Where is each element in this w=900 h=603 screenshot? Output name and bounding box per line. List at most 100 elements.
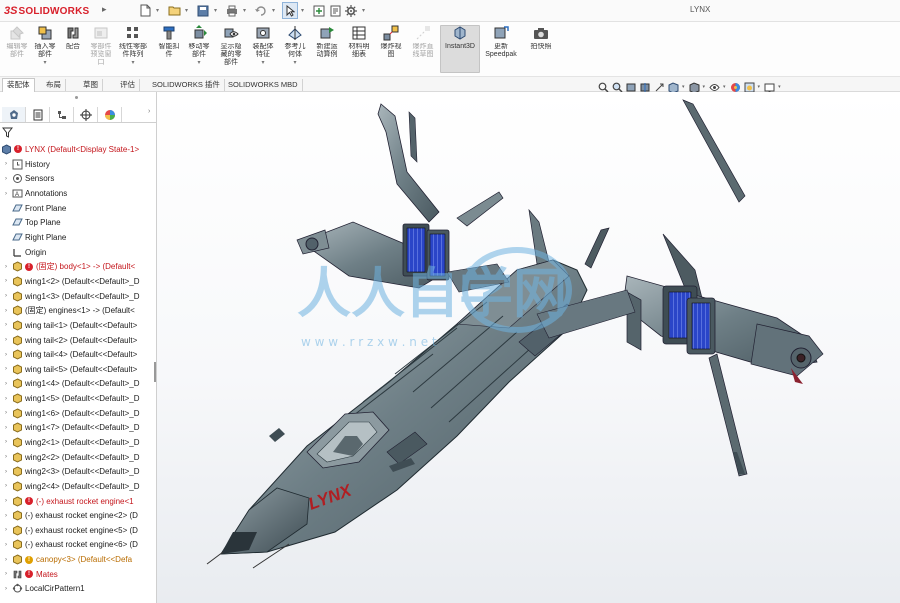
move-component-dropdown-icon[interactable]: ▾ <box>197 59 200 66</box>
smart-fasteners-button[interactable]: 智能扣 件 <box>154 25 184 59</box>
file-properties-icon[interactable] <box>328 3 342 18</box>
tab-evaluate[interactable]: 评估 <box>116 79 140 91</box>
tree-scroll-indicator[interactable] <box>154 362 156 382</box>
expand-toggle-icon[interactable]: › <box>2 483 10 489</box>
display-style-dropdown-icon[interactable]: ▾ <box>703 84 706 90</box>
view-orientation-dropdown-icon[interactable]: ▾ <box>682 84 685 90</box>
tab-assembly[interactable]: 装配体 <box>2 78 35 92</box>
expand-toggle-icon[interactable]: › <box>2 381 10 387</box>
apply-scene-dropdown-icon[interactable]: ▾ <box>758 84 761 90</box>
tree-item[interactable]: › wing1<4> (Default<<Default>_D <box>0 377 157 392</box>
dynamic-annotation-icon[interactable] <box>654 82 665 93</box>
expand-toggle-icon[interactable]: › <box>2 542 10 548</box>
expand-toggle-icon[interactable]: › <box>2 498 10 504</box>
open-dropdown-icon[interactable]: ▾ <box>183 7 190 14</box>
graphics-area[interactable]: LYNX 人人自学网 w w w . r r z x w . n e t <box>157 92 900 603</box>
tree-item[interactable]: ›! (固定) body<1> -> (Default< <box>0 259 157 274</box>
expand-toggle-icon[interactable]: › <box>2 308 10 314</box>
expand-toggle-icon[interactable]: › <box>2 366 10 372</box>
tree-filter[interactable] <box>1 127 14 140</box>
zoom-to-fit-icon[interactable] <box>598 82 609 93</box>
exploded-view-button[interactable]: 爆炸视 图 <box>376 25 406 59</box>
take-snapshot-button[interactable]: 拍快照 <box>526 25 556 51</box>
tree-item[interactable]: › Sensors <box>0 172 157 187</box>
filter-icon[interactable] <box>1 127 14 140</box>
expand-toggle-icon[interactable]: › <box>2 293 10 299</box>
tree-item[interactable]: › A Annotations <box>0 186 157 201</box>
tree-root-assembly[interactable]: ! LYNX (Default<Display State-1> <box>0 141 157 157</box>
expand-toggle-icon[interactable]: › <box>2 337 10 343</box>
section-view-icon[interactable] <box>640 82 651 93</box>
save-icon[interactable] <box>196 3 210 18</box>
tree-item[interactable]: › wing1<6> (Default<<Default>_D <box>0 406 157 421</box>
tree-item[interactable]: › wing2<1> (Default<<Default>_D <box>0 435 157 450</box>
expand-toggle-icon[interactable]: › <box>2 396 10 402</box>
expand-toggle-icon[interactable]: › <box>2 571 10 577</box>
open-folder-icon[interactable] <box>167 3 181 18</box>
explode-line-sketch-button[interactable]: 爆炸直 线草图 <box>408 25 438 59</box>
tree-item[interactable]: › LocalCirPattern1 <box>0 582 157 597</box>
print-dropdown-icon[interactable]: ▾ <box>241 7 248 14</box>
expand-toggle-icon[interactable]: › <box>2 469 10 475</box>
tree-item[interactable]: Origin <box>0 245 157 260</box>
previous-view-icon[interactable] <box>626 82 637 93</box>
bill-of-materials-button[interactable]: 材料明 细表 <box>344 25 374 59</box>
solidworks-logo[interactable]: 3S SOLIDWORKS <box>4 4 89 18</box>
tree-item[interactable]: › wing1<2> (Default<<Default>_D <box>0 274 157 289</box>
tree-item[interactable]: › wing2<4> (Default<<Default>_D <box>0 479 157 494</box>
undo-dropdown-icon[interactable]: ▾ <box>270 7 277 14</box>
tree-item[interactable]: ›! (-) exhaust rocket engine<1 <box>0 494 157 509</box>
tree-item[interactable]: › (固定) engines<1> -> (Default< <box>0 303 157 318</box>
expand-toggle-icon[interactable]: › <box>2 513 10 519</box>
propertymanager-icon[interactable] <box>26 107 50 122</box>
tree-item[interactable]: › wing tail<4> (Default<<Default> <box>0 347 157 362</box>
options-dropdown-icon[interactable]: ▾ <box>360 7 367 14</box>
tree-item[interactable]: › wing2<2> (Default<<Default>_D <box>0 450 157 465</box>
tab-solidworks-mbd[interactable]: SOLIDWORKS MBD <box>224 79 303 91</box>
component-preview-button[interactable]: 零部件 预览窗 口 <box>86 25 116 67</box>
tree-item[interactable]: › wing1<5> (Default<<Default>_D <box>0 391 157 406</box>
expand-toggle-icon[interactable]: › <box>2 425 10 431</box>
new-dropdown-icon[interactable]: ▾ <box>154 7 161 14</box>
undo-icon[interactable] <box>254 3 268 18</box>
instant3d-button[interactable]: Instant3D <box>445 25 475 51</box>
linear-pattern-dropdown-icon[interactable]: ▾ <box>131 59 134 66</box>
expand-toggle-icon[interactable]: › <box>2 527 10 533</box>
tree-item[interactable]: ›! canopy<3> (Default<<Defa <box>0 552 157 567</box>
edit-appearance-icon[interactable] <box>730 82 741 93</box>
tab-sketch[interactable]: 草图 <box>79 79 103 91</box>
zoom-to-area-icon[interactable] <box>612 82 623 93</box>
view-settings-dropdown-icon[interactable]: ▾ <box>778 84 781 90</box>
tree-item[interactable]: Front Plane <box>0 201 157 216</box>
tree-item[interactable]: › (-) exhaust rocket engine<5> (D <box>0 523 157 538</box>
save-dropdown-icon[interactable]: ▾ <box>212 7 219 14</box>
expand-toggle-icon[interactable]: › <box>2 454 10 460</box>
expand-toggle-icon[interactable]: › <box>2 322 10 328</box>
show-hidden-components-button[interactable]: 显示隐 藏的零 部件 <box>216 25 246 67</box>
update-speedpak-button[interactable]: 更新 Speedpak <box>485 25 517 59</box>
featuremanager-icon[interactable] <box>2 107 26 122</box>
tree-item[interactable]: › wing1<3> (Default<<Default>_D <box>0 289 157 304</box>
display-manager-icon[interactable] <box>98 107 122 122</box>
expand-toggle-icon[interactable]: › <box>2 264 10 270</box>
display-style-icon[interactable] <box>689 81 700 93</box>
reference-geometry-button[interactable]: 参考几 何体 ▾ <box>280 25 310 66</box>
tab-solidworks-addins[interactable]: SOLIDWORKS 插件 <box>148 79 225 91</box>
expand-toggle-icon[interactable]: › <box>2 352 10 358</box>
rebuild-icon[interactable] <box>312 3 326 18</box>
expand-toggle-icon[interactable]: › <box>2 191 10 197</box>
dimxpert-icon[interactable] <box>74 107 98 122</box>
tab-layout[interactable]: 布局 <box>42 79 66 91</box>
tree-item[interactable]: › (-) exhaust rocket engine<2> (D <box>0 508 157 523</box>
panel-expand-icon[interactable]: › <box>148 108 150 115</box>
new-file-icon[interactable] <box>138 3 152 18</box>
expand-toggle-icon[interactable]: › <box>2 410 10 416</box>
move-component-button[interactable]: 移动零 部件 ▾ <box>184 25 214 66</box>
view-settings-icon[interactable] <box>764 82 775 93</box>
tree-item[interactable]: › (-) exhaust rocket engine<6> (D <box>0 538 157 553</box>
panel-collapse-handle[interactable] <box>75 96 78 99</box>
expand-toggle-icon[interactable]: › <box>2 176 10 182</box>
tree-item[interactable]: › wing tail<5> (Default<<Default> <box>0 362 157 377</box>
reference-geometry-dropdown-icon[interactable]: ▾ <box>293 59 296 66</box>
view-orientation-icon[interactable] <box>668 81 679 93</box>
